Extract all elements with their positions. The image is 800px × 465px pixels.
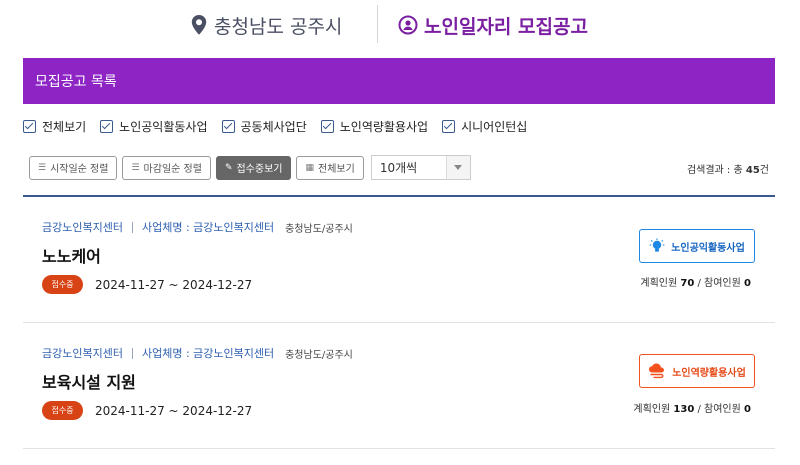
filter-public-service[interactable]: 노인공익활동사업	[100, 118, 208, 135]
filter-label: 노인공익활동사업	[119, 119, 208, 134]
notice-title: 노인일자리 모집공고	[398, 10, 588, 40]
region-title: 충청남도 공주시	[190, 10, 342, 40]
notice-label: 노인일자리 모집공고	[424, 15, 588, 38]
meta-divider	[131, 347, 133, 359]
status-badge: 접수중	[42, 401, 83, 420]
list-item[interactable]: 금강노인복지센터 사업체명 : 금강노인복지센터 충청남도/공주시 노노케어 접…	[23, 197, 775, 323]
item-project: 사업체명 : 금강노인복지센터	[141, 347, 275, 360]
joined-label: 참여인원	[704, 404, 741, 415]
item-period: 2024-11-27 ~ 2024-12-27	[95, 277, 253, 292]
view-all-button[interactable]: ▦ 전체보기	[296, 155, 364, 180]
item-headcount: 계획인원 130 / 참여인원 0	[633, 404, 751, 415]
joined-label: 참여인원	[704, 278, 741, 289]
cloud-hand-icon	[649, 363, 665, 379]
category-tag: 노인역량활용사업	[639, 354, 755, 388]
planned-count: 130	[673, 404, 695, 415]
region-label: 충청남도 공주시	[214, 15, 343, 38]
result-suffix: 건	[759, 165, 769, 176]
result-count: 45	[745, 165, 760, 176]
view-open-label: 접수중보기	[236, 164, 283, 175]
sort-end-button[interactable]: ☰ 마감일순 정렬	[122, 155, 211, 180]
checkbox-icon[interactable]	[221, 119, 235, 133]
list-toolbar: ☰ 시작일순 정렬 ☰ 마감일순 정렬 ✎ 접수중보기 ▦ 전체보기 10개씩	[29, 155, 471, 180]
filter-all[interactable]: 전체보기	[23, 118, 86, 135]
category-label: 노인공익활동사업	[671, 242, 745, 254]
item-org: 금강노인복지센터	[42, 347, 123, 360]
item-location: 충청남도/공주시	[285, 349, 353, 361]
checkbox-icon[interactable]	[442, 119, 456, 133]
sort-start-label: 시작일순 정렬	[50, 164, 109, 175]
joined-count: 0	[744, 404, 751, 415]
checkbox-icon[interactable]	[100, 119, 114, 133]
header-divider	[377, 5, 378, 43]
meta-divider	[131, 221, 133, 233]
sort-start-button[interactable]: ☰ 시작일순 정렬	[29, 155, 118, 180]
list-icon: ☰	[38, 162, 47, 173]
planned-label: 계획인원	[633, 404, 671, 415]
status-badge: 접수중	[42, 275, 83, 294]
item-title[interactable]: 노노케어	[42, 243, 101, 267]
dropdown-arrow-icon[interactable]	[445, 156, 470, 179]
item-project: 사업체명 : 금강노인복지센터	[141, 221, 275, 234]
filter-label: 노인역량활용사업	[339, 119, 429, 134]
pencil-icon: ✎	[224, 162, 233, 173]
filter-label: 시니어인턴십	[461, 119, 528, 134]
planned-count: 70	[680, 278, 695, 289]
view-all-label: 전체보기	[318, 164, 355, 175]
result-prefix: 검색결과 : 총	[686, 165, 743, 176]
view-open-button[interactable]: ✎ 접수중보기	[215, 155, 292, 180]
list-title-bar: 모집공고 목록	[23, 58, 775, 104]
page-size-value: 10개씩	[379, 161, 418, 175]
item-org: 금강노인복지센터	[42, 221, 123, 234]
category-filters: 전체보기 노인공익활동사업 공동체사업단 노인역량활용사업 시니어인턴십	[23, 116, 541, 136]
page-size-select[interactable]: 10개씩	[370, 155, 471, 180]
list-item[interactable]: 금강노인복지센터 사업체명 : 금강노인복지센터 충청남도/공주시 보육시설 지…	[23, 323, 775, 449]
category-tag: 노인공익활동사업	[639, 229, 755, 263]
checkbox-icon[interactable]	[320, 119, 334, 133]
filter-community[interactable]: 공동체사업단	[221, 118, 307, 135]
grid-icon: ▦	[305, 162, 314, 173]
search-result-count: 검색결과 : 총 45건	[687, 161, 769, 176]
filter-senior-intern[interactable]: 시니어인턴십	[442, 118, 527, 135]
page-header: 충청남도 공주시 노인일자리 모집공고	[0, 0, 800, 46]
item-meta: 금강노인복지센터 사업체명 : 금강노인복지센터 충청남도/공주시	[42, 345, 353, 361]
list-title: 모집공고 목록	[35, 74, 117, 90]
item-period: 2024-11-27 ~ 2024-12-27	[95, 403, 253, 418]
item-meta: 금강노인복지센터 사업체명 : 금강노인복지센터 충청남도/공주시	[42, 219, 353, 235]
filter-capacity[interactable]: 노인역량활용사업	[320, 118, 429, 135]
checkbox-icon[interactable]	[23, 119, 36, 133]
item-title[interactable]: 보육시설 지원	[42, 369, 136, 393]
lightbulb-icon	[649, 238, 665, 252]
item-headcount: 계획인원 70 / 참여인원 0	[640, 278, 751, 289]
person-circle-icon	[398, 15, 418, 35]
filter-label: 전체보기	[42, 119, 87, 134]
sort-end-label: 마감일순 정렬	[143, 164, 202, 175]
item-location: 충청남도/공주시	[285, 223, 353, 235]
filter-label: 공동체사업단	[240, 119, 307, 134]
joined-count: 0	[744, 278, 751, 289]
location-pin-icon	[191, 15, 207, 35]
list-icon: ☰	[131, 162, 140, 173]
category-label: 노인역량활용사업	[672, 367, 746, 379]
planned-label: 계획인원	[640, 278, 678, 289]
